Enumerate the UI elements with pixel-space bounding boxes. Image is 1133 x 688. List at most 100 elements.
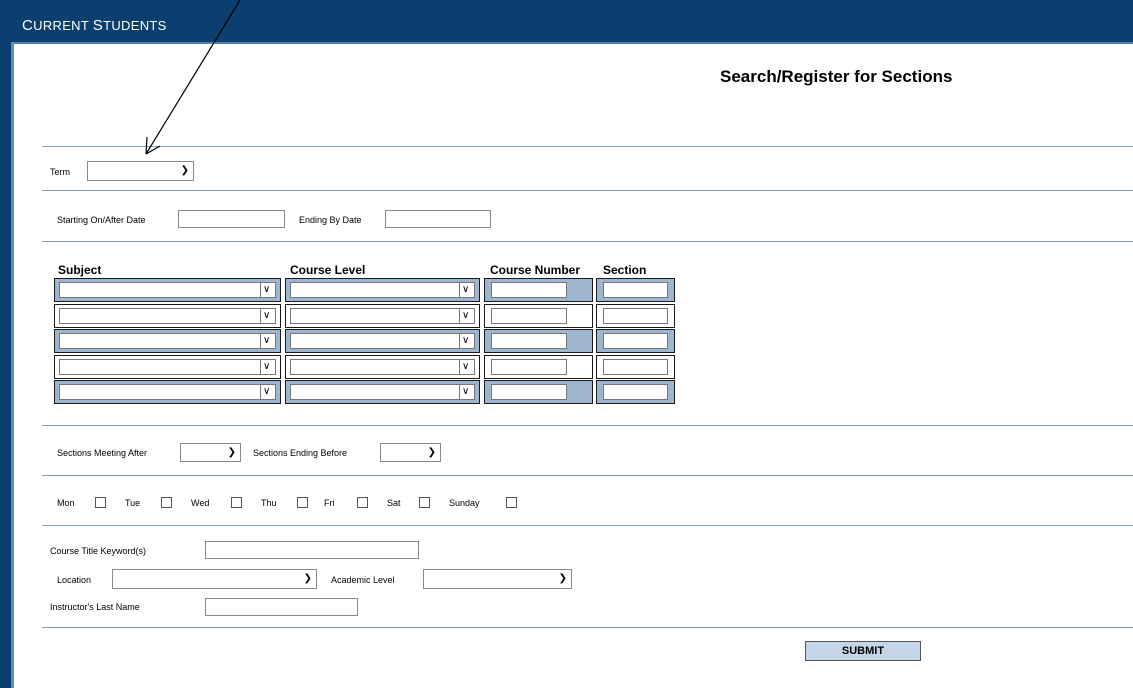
divider (42, 475, 1133, 476)
location-select[interactable]: ❯ (112, 569, 317, 589)
day-label: Fri (324, 498, 335, 508)
academic-level-select[interactable]: ❯ (423, 569, 572, 589)
section-input[interactable] (603, 333, 668, 349)
chevron-down-icon: ∨ (462, 386, 470, 397)
dropdown-button[interactable]: ∨ (260, 309, 275, 323)
section-input[interactable] (603, 308, 668, 324)
table-cell: ∨ (54, 380, 281, 404)
day-checkbox[interactable] (357, 497, 368, 508)
chevron-down-icon: ∨ (263, 310, 271, 321)
day-checkbox[interactable] (161, 497, 172, 508)
day-label: Sat (387, 498, 401, 508)
chevron-down-icon: ∨ (462, 335, 470, 346)
section-input[interactable] (603, 359, 668, 375)
meeting-after-select[interactable]: ❯ (180, 443, 241, 462)
subject-select[interactable]: ∨ (59, 282, 276, 298)
term-select[interactable]: ❯ (87, 161, 194, 181)
subject-header: Subject (58, 263, 102, 277)
day-label: Thu (261, 498, 277, 508)
academic-level-label: Academic Level (331, 575, 395, 585)
course-level-select[interactable]: ∨ (290, 333, 475, 349)
table-cell: ∨ (54, 355, 281, 379)
table-cell: ∨ (285, 278, 480, 302)
dropdown-button[interactable]: ∨ (459, 385, 474, 399)
course-number-header: Course Number (490, 263, 581, 277)
keyword-label: Course Title Keyword(s) (50, 546, 147, 556)
course-number-input[interactable] (491, 359, 567, 375)
dropdown-button[interactable]: ∨ (260, 334, 275, 348)
divider (42, 241, 1133, 242)
course-level-select[interactable]: ∨ (290, 384, 475, 400)
table-cell (596, 278, 675, 302)
instructor-label: Instructor's Last Name (50, 602, 140, 612)
chevron-down-icon: ∨ (263, 361, 271, 372)
chevron-down-icon: ∨ (462, 310, 470, 321)
course-level-select[interactable]: ∨ (290, 308, 475, 324)
table-cell (484, 278, 593, 302)
subject-select[interactable]: ∨ (59, 333, 276, 349)
dropdown-button[interactable]: ∨ (260, 360, 275, 374)
table-cell: ∨ (54, 278, 281, 302)
chevron-down-icon: ❯ (227, 446, 236, 458)
divider (42, 425, 1133, 426)
course-level-header: Course Level (290, 263, 366, 277)
left-border-accent (11, 42, 14, 688)
section-input[interactable] (603, 282, 668, 298)
dropdown-button[interactable]: ∨ (459, 360, 474, 374)
table-cell: ∨ (285, 329, 480, 353)
course-number-input[interactable] (491, 384, 567, 400)
course-number-input[interactable] (491, 282, 567, 298)
section-header: Section (603, 263, 647, 277)
table-cell (596, 380, 675, 404)
chevron-down-icon: ❯ (180, 164, 189, 176)
day-checkbox[interactable] (419, 497, 430, 508)
ending-before-label: Sections Ending Before (253, 448, 348, 458)
chevron-down-icon: ∨ (263, 335, 271, 346)
course-level-select[interactable]: ∨ (290, 282, 475, 298)
course-level-select[interactable]: ∨ (290, 359, 475, 375)
keyword-input[interactable] (205, 541, 419, 559)
day-checkbox[interactable] (297, 497, 308, 508)
day-label: Wed (191, 498, 210, 508)
day-checkbox[interactable] (506, 497, 517, 508)
dropdown-button[interactable]: ∨ (459, 309, 474, 323)
course-number-input[interactable] (491, 308, 567, 324)
chevron-down-icon: ∨ (263, 386, 271, 397)
location-label: Location (57, 575, 92, 585)
day-checkbox[interactable] (95, 497, 106, 508)
section-input[interactable] (603, 384, 668, 400)
header-title: CURRENT STUDENTS (22, 17, 167, 34)
table-cell (484, 304, 593, 328)
chevron-down-icon: ❯ (427, 446, 436, 458)
table-cell (484, 380, 593, 404)
end-date-input[interactable] (385, 210, 491, 228)
subject-select[interactable]: ∨ (59, 308, 276, 324)
day-label: Tue (125, 498, 141, 508)
table-cell: ∨ (54, 329, 281, 353)
ending-before-select[interactable]: ❯ (380, 443, 441, 462)
term-label: Term (50, 167, 70, 177)
table-cell: ∨ (285, 355, 480, 379)
dropdown-button[interactable]: ∨ (260, 385, 275, 399)
dropdown-button[interactable]: ∨ (260, 283, 275, 297)
chevron-down-icon: ❯ (303, 572, 312, 584)
start-date-input[interactable] (178, 210, 285, 228)
instructor-input[interactable] (205, 598, 358, 616)
submit-button[interactable]: SUBMIT (805, 641, 921, 661)
day-label: Sunday (449, 498, 480, 508)
header-divider (14, 42, 1133, 44)
table-cell: ∨ (285, 380, 480, 404)
divider (42, 525, 1133, 526)
table-cell: ∨ (285, 304, 480, 328)
dropdown-button[interactable]: ∨ (459, 283, 474, 297)
dropdown-button[interactable]: ∨ (459, 334, 474, 348)
chevron-down-icon: ❯ (558, 572, 567, 584)
subject-select[interactable]: ∨ (59, 359, 276, 375)
day-checkbox[interactable] (231, 497, 242, 508)
subject-select[interactable]: ∨ (59, 384, 276, 400)
table-cell (484, 329, 593, 353)
table-cell: ∨ (54, 304, 281, 328)
chevron-down-icon: ∨ (263, 284, 271, 295)
course-number-input[interactable] (491, 333, 567, 349)
table-cell (484, 355, 593, 379)
